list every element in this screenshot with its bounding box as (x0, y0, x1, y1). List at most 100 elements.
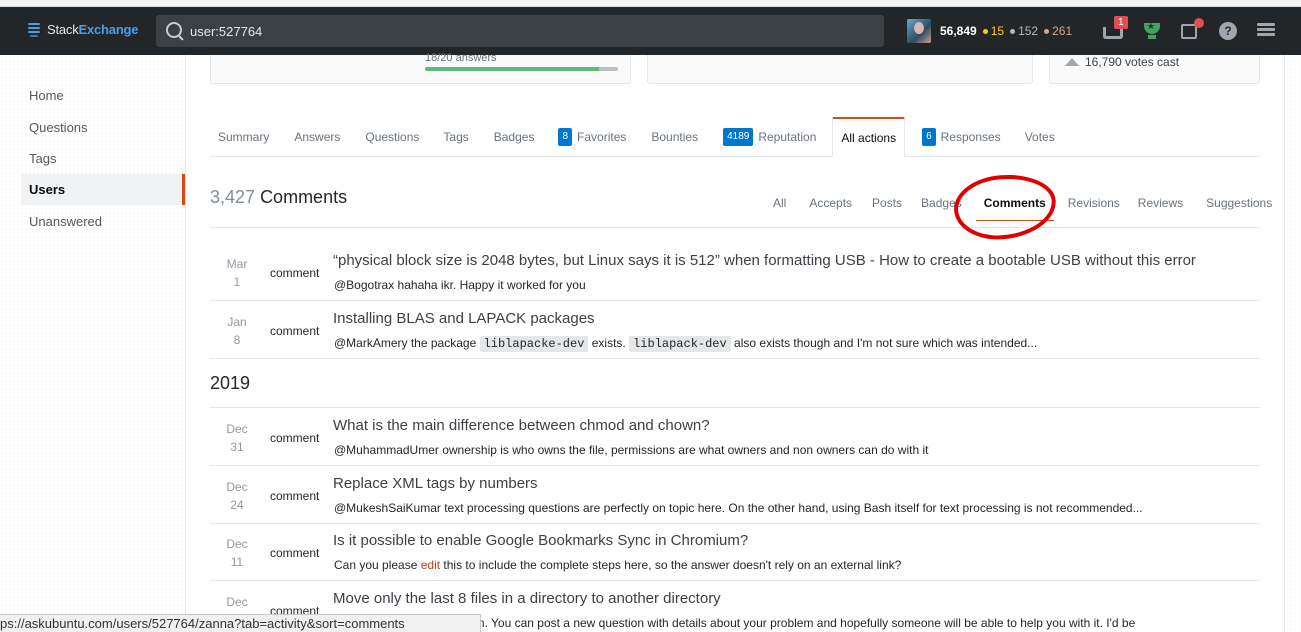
edit-link[interactable]: edit (421, 558, 440, 572)
bronze-badges: 261 (1044, 24, 1072, 38)
sidebar-item-questions[interactable]: Questions (21, 112, 185, 143)
item-type: comment (270, 324, 320, 338)
review-queues-button[interactable] (1180, 18, 1204, 41)
tab-all-actions[interactable]: All actions (832, 117, 906, 157)
comments-count: 3,427 (210, 187, 256, 207)
search-icon (165, 21, 185, 41)
year-heading: 2019 (210, 373, 251, 393)
item-title-link[interactable]: Replace XML tags by numbers (333, 475, 538, 492)
profile-tabs: Summary Answers Questions Tags Badges 8F… (210, 117, 1260, 157)
divider (210, 227, 1260, 228)
stackexchange-logo[interactable]: StackExchange (28, 22, 139, 37)
item-comment-text: Can you please edit this to include the … (334, 558, 902, 572)
star-icon: ★ (1147, 21, 1156, 31)
reputation-count: 4189 (723, 128, 754, 146)
tab-tags[interactable]: Tags (435, 117, 476, 157)
item-type: comment (270, 546, 320, 560)
site-switcher-button[interactable] (1256, 21, 1278, 41)
inbox-count-badge: 1 (1114, 16, 1128, 29)
tab-questions[interactable]: Questions (357, 117, 427, 157)
item-title-link[interactable]: Installing BLAS and LAPACK packages (333, 310, 595, 327)
gold-badges: 15 (982, 24, 1004, 38)
page-title-label: Comments (260, 187, 348, 207)
filter-revisions[interactable]: Revisions (1060, 194, 1128, 221)
answers-progress-bar (425, 67, 618, 71)
list-item: Mar 1 comment “physical block size is 204… (210, 243, 1260, 301)
logo-text-stack: Stack (47, 22, 79, 37)
item-date: Dec 24 (226, 480, 248, 512)
search-input[interactable] (190, 23, 870, 39)
sidebar-item-unanswered[interactable]: Unanswered (21, 206, 185, 237)
item-type: comment (270, 489, 320, 503)
reputation: 56,849 (940, 24, 977, 38)
tab-reputation[interactable]: 4189 Reputation (715, 117, 824, 157)
silver-badge-icon (1010, 28, 1016, 34)
votes-cast: 16,790 votes cast (1085, 55, 1180, 69)
item-comment-text: @MukeshSaiKumar text processing question… (334, 501, 1143, 515)
item-comment-text: @Bogotrax hahaha ikr. Happy it worked fo… (334, 278, 586, 292)
answers-progress-fill (425, 67, 599, 71)
item-type: comment (270, 431, 320, 445)
item-comment-text: @MuhammadUmer ownership is who owns the … (334, 443, 929, 457)
user-card[interactable]: 56,849 15 152 261 (907, 18, 1072, 44)
sidebar-item-home[interactable]: Home (21, 80, 185, 111)
filter-reviews[interactable]: Reviews (1130, 194, 1191, 221)
search-box[interactable] (156, 15, 884, 47)
votes-stat-card: 16,790 votes cast (1049, 55, 1260, 84)
avatar[interactable] (907, 19, 931, 43)
inline-code: liblapacke-dev (479, 336, 589, 352)
filter-suggestions[interactable]: Suggestions (1198, 194, 1280, 221)
stat-card (647, 55, 1033, 84)
bronze-badge-icon (1044, 28, 1050, 34)
favorites-count: 8 (558, 128, 573, 146)
site-switcher-icon (1257, 23, 1275, 26)
item-date: Dec 31 (226, 422, 248, 454)
tab-badges[interactable]: Badges (486, 117, 543, 157)
inbox-button[interactable]: 1 (1102, 16, 1128, 41)
item-date: Mar 1 (226, 257, 248, 289)
responses-count: 6 (922, 128, 936, 146)
page-title: 3,427 Comments (210, 187, 347, 208)
tab-summary[interactable]: Summary (210, 117, 277, 157)
sidebar-item-users[interactable]: Users (21, 174, 185, 205)
topbar: StackExchange 56,849 15 152 261 1 ★ ? (0, 7, 1301, 55)
red-highlight-circle (951, 171, 1059, 243)
filter-all[interactable]: All (765, 194, 794, 221)
list-item: Jan 8 comment Installing BLAS and LAPACK … (210, 301, 1260, 359)
item-title-link[interactable]: Move only the last 8 files in a director… (333, 590, 721, 607)
filter-posts[interactable]: Posts (864, 194, 910, 221)
upvote-icon (1065, 58, 1079, 66)
item-title-link[interactable]: “physical block size is 2048 bytes, but … (333, 252, 1196, 269)
list-item: Dec 24 comment Replace XML tags by number… (210, 466, 1260, 524)
logo-text-exchange: Exchange (78, 22, 139, 37)
stackexchange-logo-icon (28, 22, 40, 37)
tab-answers[interactable]: Answers (286, 117, 348, 157)
right-gutter (1284, 55, 1301, 632)
item-title-link[interactable]: Is it possible to enable Google Bookmark… (333, 532, 748, 549)
silver-badges: 152 (1010, 24, 1038, 38)
inline-code: liblapack-dev (629, 336, 731, 352)
tab-votes[interactable]: Votes (1017, 117, 1063, 157)
item-date: Dec 11 (226, 537, 248, 569)
item-type: comment (270, 266, 320, 280)
list-item: Dec 11 comment Is it possible to enable G… (210, 523, 1260, 581)
browser-top-strip (0, 0, 1301, 7)
gold-badge-icon (982, 28, 988, 34)
item-title-link[interactable]: What is the main difference between chmo… (333, 417, 710, 434)
item-date: Dec (226, 595, 248, 609)
filter-accepts[interactable]: Accepts (801, 194, 860, 221)
browser-status-url: ps://askubuntu.com/users/527764/zanna?ta… (0, 614, 481, 632)
sidebar-item-tags[interactable]: Tags (21, 143, 185, 174)
tab-bounties[interactable]: Bounties (643, 117, 706, 157)
help-icon: ? (1219, 22, 1237, 40)
left-sidebar: Home Questions Tags Users Unanswered (0, 55, 186, 632)
tab-responses[interactable]: 6 Responses (914, 117, 1009, 157)
item-comment-text: @MarkAmery the package liblapacke-dev ex… (334, 336, 1038, 352)
help-button[interactable]: ? (1218, 21, 1240, 41)
item-date: Jan 8 (227, 315, 247, 347)
answers-progress-label: 18/20 answers (425, 52, 497, 64)
tab-favorites[interactable]: 8 Favorites (550, 117, 634, 157)
list-item: Dec 31 comment What is the main differenc… (210, 408, 1260, 466)
achievements-button[interactable]: ★ (1141, 21, 1163, 41)
review-notification-dot (1194, 18, 1204, 28)
